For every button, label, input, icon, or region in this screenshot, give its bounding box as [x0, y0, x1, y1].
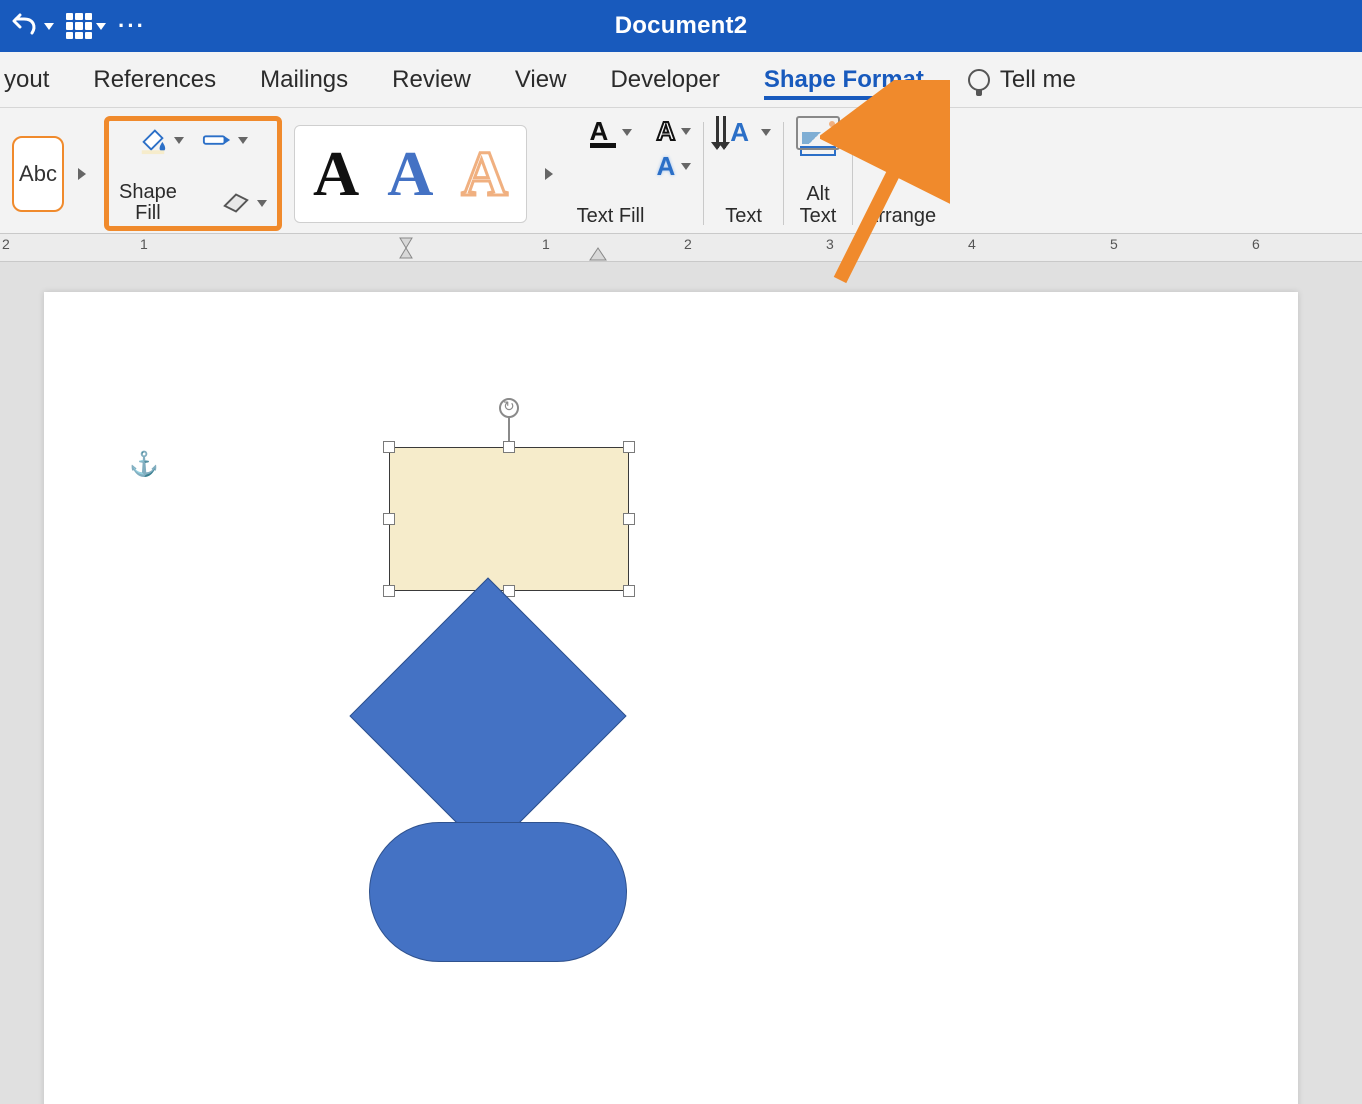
- shape-effects-icon: [221, 192, 251, 214]
- arrange-icon: [868, 116, 912, 154]
- rotation-handle[interactable]: [499, 398, 519, 418]
- text-fill-icon: A: [590, 116, 616, 148]
- ruler-mark: 1: [140, 236, 148, 252]
- ruler-mark: 1: [542, 236, 550, 252]
- resize-handle-tm[interactable]: [503, 441, 515, 453]
- indent-markers-icon[interactable]: [392, 234, 420, 262]
- ruler-mark: 5: [1110, 236, 1118, 252]
- wordart-preset-2[interactable]: A: [387, 142, 433, 206]
- text-effects-button[interactable]: A: [656, 151, 691, 182]
- ruler-mark: 2: [2, 236, 10, 252]
- chevron-down-icon[interactable]: [761, 129, 771, 136]
- shape-styles-expand[interactable]: [78, 168, 86, 180]
- shape-rectangle-selected[interactable]: [389, 447, 629, 591]
- tab-developer[interactable]: Developer: [610, 60, 719, 100]
- shape-fill-label: Shape Fill: [119, 182, 177, 224]
- resize-handle-tl[interactable]: [383, 441, 395, 453]
- ruler-mark: 3: [826, 236, 834, 252]
- arrange-button[interactable]: [868, 116, 912, 154]
- ellipsis-icon: ···: [118, 13, 146, 39]
- ruler-mark: 6: [1252, 236, 1260, 252]
- text-fill-button[interactable]: A: [590, 116, 632, 148]
- chevron-down-icon: [44, 23, 54, 30]
- resize-handle-ml[interactable]: [383, 513, 395, 525]
- text-group-label: Text: [725, 205, 762, 231]
- alt-text-label: Alt Text: [800, 183, 837, 231]
- text-outline-icon: A: [656, 116, 675, 147]
- text-outline-effects-group: A A: [656, 116, 703, 231]
- document-workspace[interactable]: ⚓: [0, 262, 1362, 1104]
- title-bar: ··· Document2: [0, 0, 1362, 52]
- quick-access-toolbar: ···: [10, 13, 146, 39]
- more-qat-button[interactable]: ···: [118, 13, 146, 39]
- shape-fill-group: Shape Fill: [104, 116, 282, 231]
- shape-diamond[interactable]: [349, 577, 626, 854]
- wordart-preset-1[interactable]: A: [313, 142, 359, 206]
- wordart-expand[interactable]: [545, 168, 553, 180]
- arrange-group: Arrange: [853, 116, 948, 231]
- paint-bucket-icon: [138, 125, 168, 155]
- chevron-down-icon: [96, 23, 106, 30]
- shape-effects-button[interactable]: [221, 192, 267, 214]
- resize-handle-br[interactable]: [623, 585, 635, 597]
- horizontal-ruler[interactable]: 2 1 1 2 3 4 5 6: [0, 234, 1362, 262]
- tab-shape-format[interactable]: Shape Format: [764, 60, 924, 100]
- shape-outline-button[interactable]: [202, 130, 248, 150]
- shape-fill-button[interactable]: [138, 125, 184, 155]
- shape-style-preset[interactable]: Abc: [12, 136, 64, 212]
- pen-icon: [202, 130, 232, 150]
- wordart-styles-group: A A A: [282, 116, 565, 231]
- shape-rounded-rectangle[interactable]: [369, 822, 627, 962]
- tab-layout[interactable]: yout: [0, 60, 49, 100]
- anchor-icon: ⚓: [129, 450, 159, 479]
- undo-icon: [10, 13, 40, 39]
- arrange-label: Arrange: [865, 205, 936, 231]
- tell-me[interactable]: Tell me: [968, 60, 1076, 100]
- tab-view[interactable]: View: [515, 60, 567, 100]
- resize-handle-tr[interactable]: [623, 441, 635, 453]
- chevron-down-icon: [257, 200, 267, 207]
- alt-text-icon: [796, 116, 840, 156]
- wordart-preset-3[interactable]: A: [461, 142, 507, 206]
- text-effects-icon: A: [656, 151, 675, 182]
- ruler-mark: 4: [968, 236, 976, 252]
- tab-references[interactable]: References: [93, 60, 216, 100]
- chevron-down-icon: [681, 128, 691, 135]
- chevron-down-icon: [681, 163, 691, 170]
- ruler-mark: 2: [684, 236, 692, 252]
- chevron-down-icon: [622, 129, 632, 136]
- document-title: Document2: [0, 12, 1362, 40]
- table-icon: [66, 13, 92, 39]
- document-page[interactable]: ⚓: [44, 292, 1298, 1104]
- text-direction-button[interactable]: A: [716, 116, 749, 148]
- undo-button[interactable]: [10, 13, 54, 39]
- right-indent-icon[interactable]: [588, 246, 608, 262]
- tell-me-label: Tell me: [1000, 66, 1076, 94]
- insert-table-button[interactable]: [66, 13, 106, 39]
- text-fill-group: A Text Fill: [565, 116, 657, 231]
- lightbulb-icon: [968, 69, 990, 91]
- ribbon: Abc Shape Fill: [0, 108, 1362, 234]
- chevron-down-icon[interactable]: [924, 132, 934, 139]
- shape-styles-group: Abc: [0, 116, 104, 231]
- text-group: A Text: [704, 116, 783, 231]
- wordart-gallery[interactable]: A A A: [294, 125, 527, 223]
- resize-handle-bl[interactable]: [383, 585, 395, 597]
- text-outline-button[interactable]: A: [656, 116, 691, 147]
- tab-review[interactable]: Review: [392, 60, 471, 100]
- resize-handle-mr[interactable]: [623, 513, 635, 525]
- text-direction-icon: A: [716, 116, 749, 148]
- chevron-down-icon: [174, 137, 184, 144]
- text-fill-label: Text Fill: [577, 205, 645, 231]
- alt-text-button[interactable]: [796, 116, 840, 156]
- chevron-down-icon: [238, 137, 248, 144]
- alt-text-group: Alt Text: [784, 116, 852, 231]
- ribbon-tabs: yout References Mailings Review View Dev…: [0, 52, 1362, 108]
- tab-mailings[interactable]: Mailings: [260, 60, 348, 100]
